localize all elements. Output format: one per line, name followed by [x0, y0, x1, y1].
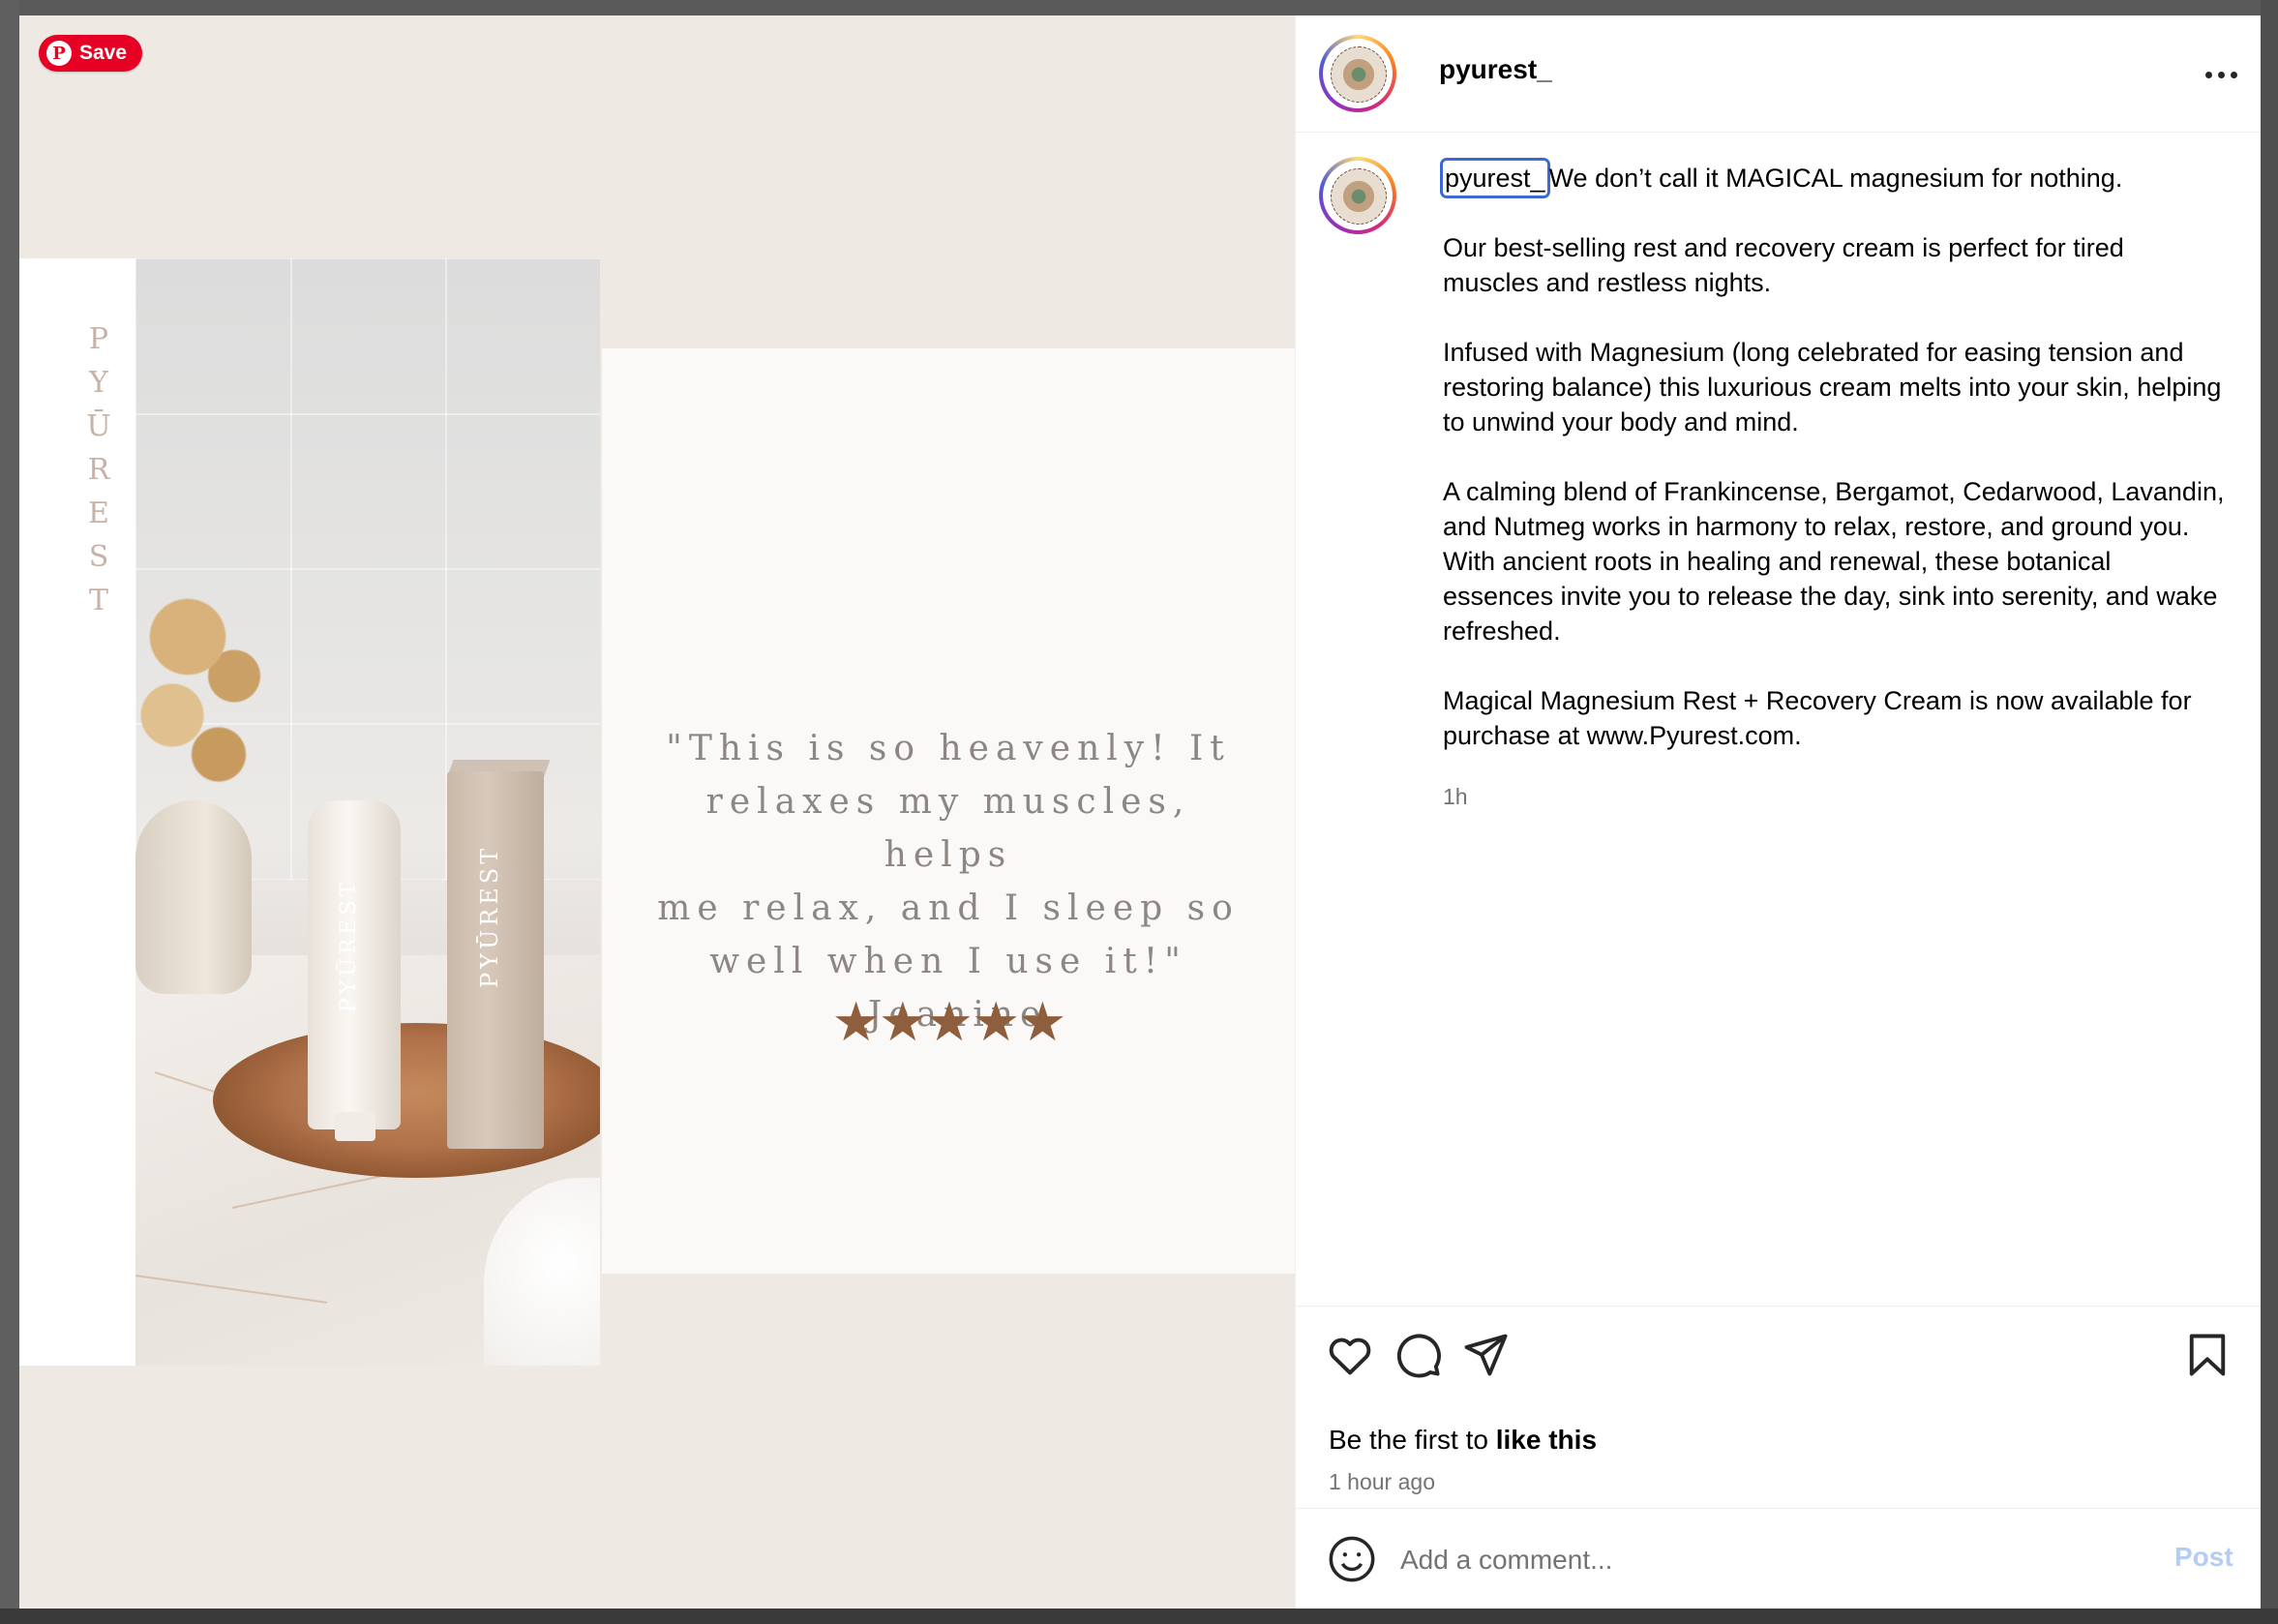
backdrop: [0, 0, 19, 1624]
caption-paragraph: Magical Magnesium Rest + Recovery Cream …: [1443, 686, 2192, 750]
pinterest-save-button[interactable]: P Save: [39, 35, 143, 72]
comment-input[interactable]: [1398, 1538, 2138, 1582]
backdrop: [0, 1609, 2278, 1624]
caption-first-line: pyurest_ We don’t call it MAGICAL magnesi…: [1440, 158, 2227, 198]
more-horizontal-icon[interactable]: [2205, 68, 2244, 81]
likes-prefix: Be the first to: [1329, 1425, 1496, 1455]
product-photo: PYŪREST PYŪREST: [135, 258, 600, 1366]
action-bar: Be the first to like this 1 hour ago: [1296, 1306, 2261, 1529]
emoji-icon[interactable]: [1327, 1534, 1377, 1584]
caption-paragraph: A calming blend of Frankincense, Bergamo…: [1443, 477, 2225, 646]
post-comment-button[interactable]: Post: [2174, 1542, 2233, 1573]
vase: [135, 800, 252, 994]
star-rating: ★★★★★: [831, 991, 1066, 1052]
post-image[interactable]: PYŪREST PYŪREST PYŪREST "This is so heav…: [19, 15, 1295, 1609]
brand-vertical-text: PYŪREST: [79, 317, 118, 617]
caption-timestamp[interactable]: 1h: [1443, 784, 1468, 810]
caption-paragraph: Our best-selling rest and recovery cream…: [1443, 233, 2124, 297]
brand-letter: T: [88, 584, 108, 617]
header-username[interactable]: pyurest_: [1439, 54, 1552, 85]
post-modal: PYŪREST PYŪREST PYŪREST "This is so heav…: [19, 15, 2261, 1609]
likes-summary: Be the first to like this: [1329, 1425, 1597, 1456]
caption-username-link[interactable]: pyurest_: [1440, 158, 1550, 198]
box-label: PYŪREST: [476, 844, 503, 989]
dried-flowers: [135, 558, 281, 820]
backdrop: [0, 0, 2278, 15]
comment-bar: Post: [1296, 1508, 2261, 1609]
testimonial-card: "This is so heavenly! It relaxes my musc…: [602, 348, 1295, 1274]
caption-first-text: We don’t call it MAGICAL magnesium for n…: [1548, 164, 2123, 193]
post-sidebar: pyurest_ pyurest_ We don’t call it MAGICA…: [1295, 15, 2261, 1609]
brand-letter: Ū: [86, 409, 111, 443]
tube-label: PYŪREST: [337, 878, 361, 1013]
brand-letter: P: [88, 322, 109, 356]
tube-cap: [335, 1112, 375, 1141]
heart-icon[interactable]: [1325, 1330, 1375, 1380]
avatar[interactable]: [1319, 35, 1396, 112]
post-header: pyurest_: [1296, 15, 2261, 133]
share-icon[interactable]: [1460, 1330, 1511, 1380]
post-caption: pyurest_ We don’t call it MAGICAL magnesi…: [1440, 158, 2227, 753]
caption-avatar[interactable]: [1319, 157, 1396, 234]
post-time-ago[interactable]: 1 hour ago: [1329, 1469, 1435, 1495]
brand-letter: Y: [89, 366, 108, 400]
bookmark-icon[interactable]: [2182, 1330, 2233, 1380]
like-this-link[interactable]: like this: [1496, 1425, 1597, 1455]
backdrop: [2261, 0, 2278, 1624]
brand-letter: E: [88, 496, 109, 530]
pinterest-icon: P: [46, 41, 72, 66]
save-label: Save: [79, 42, 128, 64]
caption-paragraph: Infused with Magnesium (long celebrated …: [1443, 338, 2222, 436]
comment-icon[interactable]: [1393, 1330, 1443, 1380]
brand-letter: R: [87, 453, 110, 487]
brand-letter: S: [88, 540, 109, 574]
